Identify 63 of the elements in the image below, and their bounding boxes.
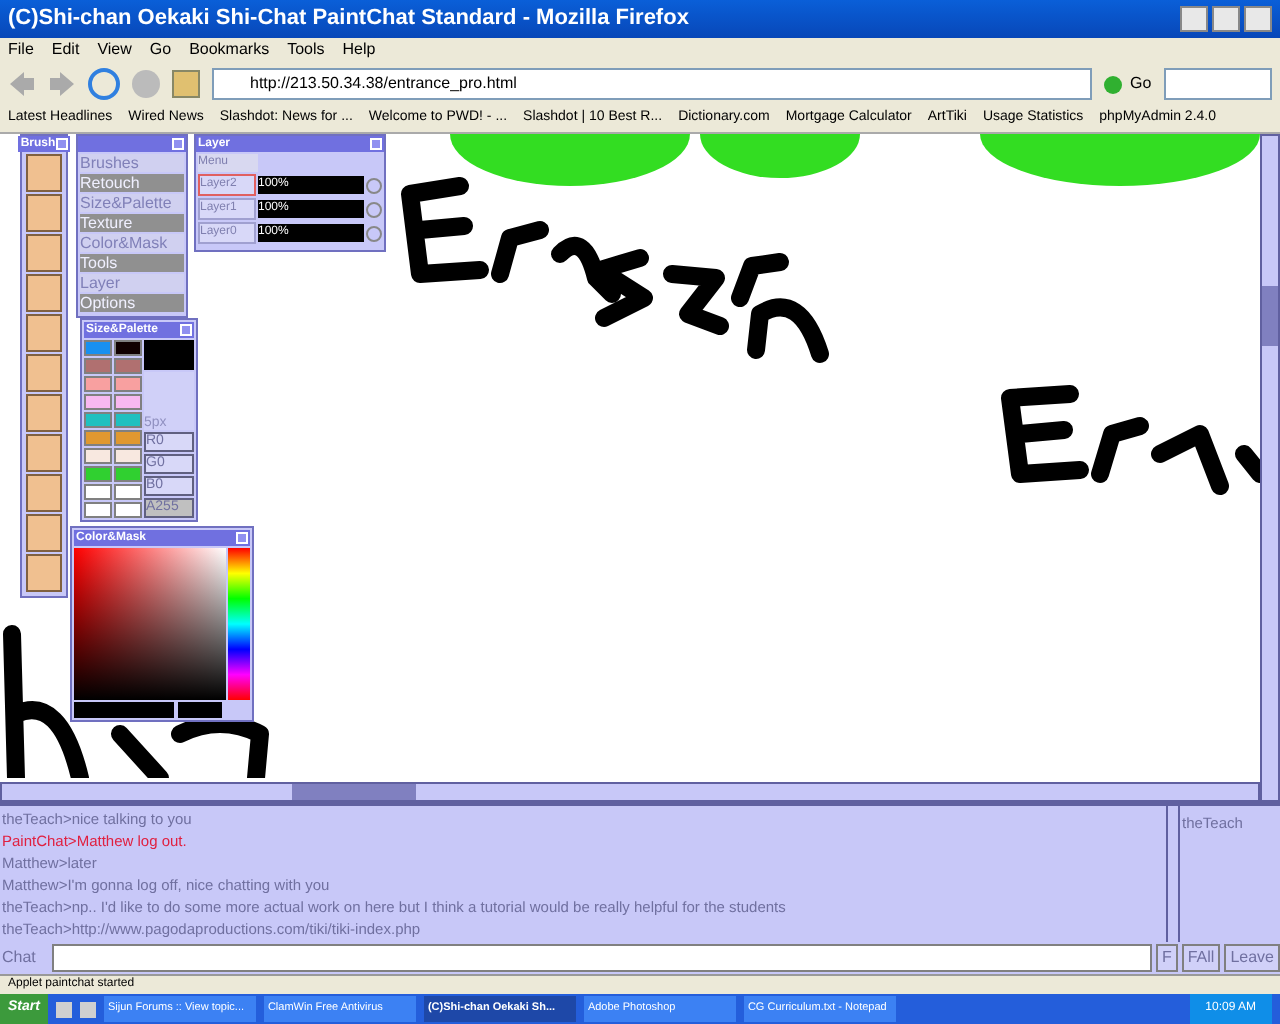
panel-menu-item[interactable]: Texture bbox=[80, 214, 184, 232]
forward-icon[interactable] bbox=[48, 70, 76, 98]
menu-item[interactable]: Tools bbox=[287, 38, 325, 62]
mask-color-field[interactable] bbox=[178, 702, 222, 718]
chat-input-field[interactable] bbox=[52, 944, 1152, 972]
color-swatch[interactable] bbox=[84, 430, 112, 446]
panel-menu-item[interactable]: Tools bbox=[80, 254, 184, 272]
color-swatch[interactable] bbox=[114, 430, 142, 446]
horizontal-scrollbar[interactable] bbox=[0, 782, 1260, 802]
close-button[interactable] bbox=[1244, 6, 1272, 32]
minimize-button[interactable] bbox=[1180, 6, 1208, 32]
menu-item[interactable]: File bbox=[8, 38, 34, 62]
back-icon[interactable] bbox=[8, 70, 36, 98]
window-title: (C)Shi-chan Oekaki Shi-Chat PaintChat Standard - Mozilla Firefox bbox=[8, 4, 689, 35]
color-swatch[interactable] bbox=[84, 340, 112, 356]
color-swatch[interactable] bbox=[84, 466, 112, 482]
current-color bbox=[144, 340, 194, 370]
close-icon[interactable] bbox=[180, 324, 192, 336]
color-swatch[interactable] bbox=[114, 358, 142, 374]
go-button[interactable]: Go bbox=[1104, 72, 1152, 96]
vertical-scrollbar[interactable] bbox=[1260, 134, 1280, 802]
color-swatch[interactable] bbox=[84, 448, 112, 464]
panel-menu-item[interactable]: Retouch bbox=[80, 174, 184, 192]
search-field[interactable] bbox=[1163, 68, 1272, 100]
scroll-thumb[interactable] bbox=[1262, 286, 1278, 346]
scroll-thumb[interactable] bbox=[292, 784, 416, 800]
close-icon[interactable] bbox=[236, 532, 248, 544]
color-swatch[interactable] bbox=[84, 376, 112, 392]
color-swatch[interactable] bbox=[84, 358, 112, 374]
color-swatch[interactable] bbox=[84, 502, 112, 518]
mask-color-field[interactable] bbox=[74, 702, 174, 718]
panel-menu-item[interactable]: Layer bbox=[80, 274, 184, 292]
maximize-button[interactable] bbox=[1212, 6, 1240, 32]
color-swatch[interactable] bbox=[84, 484, 112, 500]
chat-label: Chat bbox=[0, 946, 38, 970]
close-icon[interactable] bbox=[172, 138, 184, 150]
panel-menu-item[interactable]: Size&Palette bbox=[80, 194, 184, 212]
panel-menu-item[interactable]: Color&Mask bbox=[80, 234, 184, 252]
menu-item[interactable]: Go bbox=[149, 38, 172, 62]
color-swatch[interactable] bbox=[114, 502, 142, 518]
color-swatch[interactable] bbox=[84, 412, 112, 428]
address-field[interactable]: http://213.50.34.38/entrance_pro.html bbox=[212, 68, 1092, 100]
chat-button[interactable]: FAll bbox=[1181, 944, 1221, 972]
color-swatch[interactable] bbox=[114, 376, 142, 392]
color-swatch[interactable] bbox=[114, 412, 142, 428]
color-swatch[interactable] bbox=[114, 466, 142, 482]
color-swatch[interactable] bbox=[114, 394, 142, 410]
color-swatch[interactable] bbox=[84, 394, 112, 410]
color-swatch[interactable] bbox=[114, 448, 142, 464]
panel-menu-item[interactable]: Brushes bbox=[80, 154, 184, 172]
menu-item[interactable]: Edit bbox=[51, 38, 80, 62]
menu-item[interactable]: Help bbox=[342, 38, 376, 62]
menu-item[interactable]: Bookmarks bbox=[189, 38, 270, 62]
close-icon[interactable] bbox=[370, 138, 382, 150]
chat-button[interactable]: Leave bbox=[1224, 944, 1280, 972]
chat-button[interactable]: F bbox=[1155, 944, 1178, 972]
color-picker-square[interactable] bbox=[74, 548, 226, 700]
chat-scrollbar[interactable] bbox=[1166, 806, 1180, 942]
color-swatch[interactable] bbox=[114, 484, 142, 500]
color-swatch[interactable] bbox=[114, 340, 142, 356]
menu-item[interactable]: View bbox=[97, 38, 132, 62]
close-icon[interactable] bbox=[55, 138, 68, 150]
panel-menu-item[interactable]: Options bbox=[80, 294, 184, 312]
